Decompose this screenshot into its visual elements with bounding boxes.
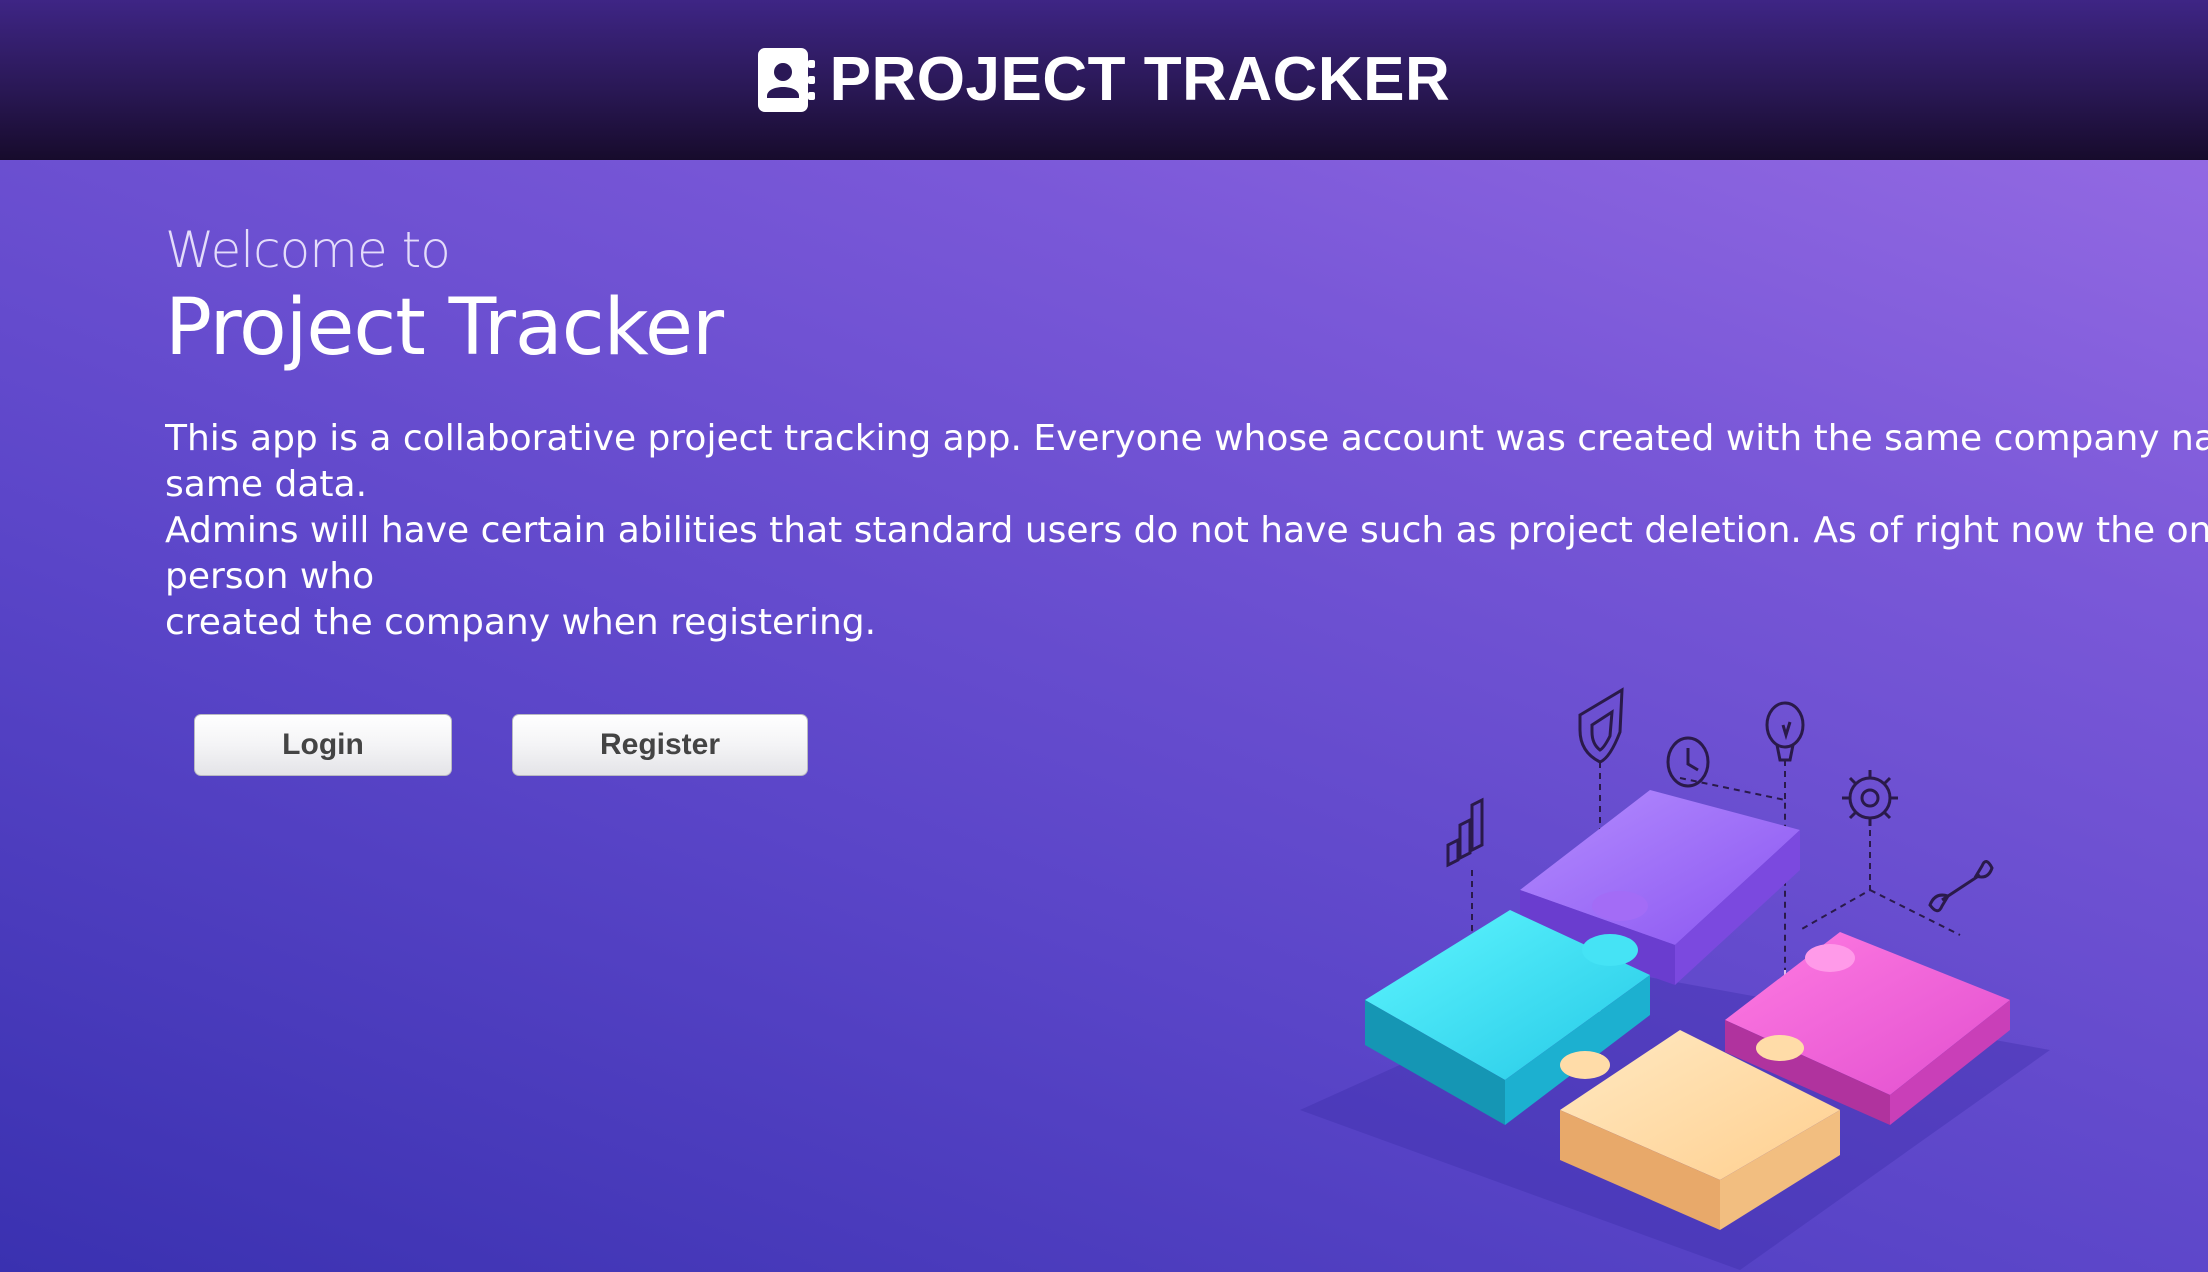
wrench-icon <box>1928 860 1994 913</box>
description-line: This app is a collaborative project trac… <box>165 418 2208 459</box>
welcome-subtitle: Welcome to <box>165 221 451 279</box>
clock-icon <box>1666 736 1710 788</box>
brand[interactable]: PROJECT TRACKER <box>757 45 1451 114</box>
auth-buttons: Login Register <box>194 714 808 776</box>
gear-icon <box>1842 770 1898 826</box>
register-button[interactable]: Register <box>512 714 808 776</box>
navbar: PROJECT TRACKER <box>0 0 2208 160</box>
description-line: same data. <box>165 464 368 505</box>
description-line: Admins will have certain abilities that … <box>165 510 2208 551</box>
description-line: created the company when registering. <box>165 602 877 643</box>
shield-icon <box>1578 687 1624 764</box>
brand-title: PROJECT TRACKER <box>829 45 1451 114</box>
hero-section: Welcome to Project Tracker This app is a… <box>165 220 2208 646</box>
puzzle-illustration <box>1300 687 2050 1270</box>
page-title: Project Tracker <box>165 283 724 373</box>
login-button[interactable]: Login <box>194 714 452 776</box>
description-line: person who <box>165 556 375 597</box>
app-description: This app is a collaborative project trac… <box>165 416 2208 646</box>
lightbulb-icon <box>1765 701 1805 762</box>
contact-book-icon <box>757 48 815 112</box>
bar-chart-icon <box>1446 797 1484 868</box>
